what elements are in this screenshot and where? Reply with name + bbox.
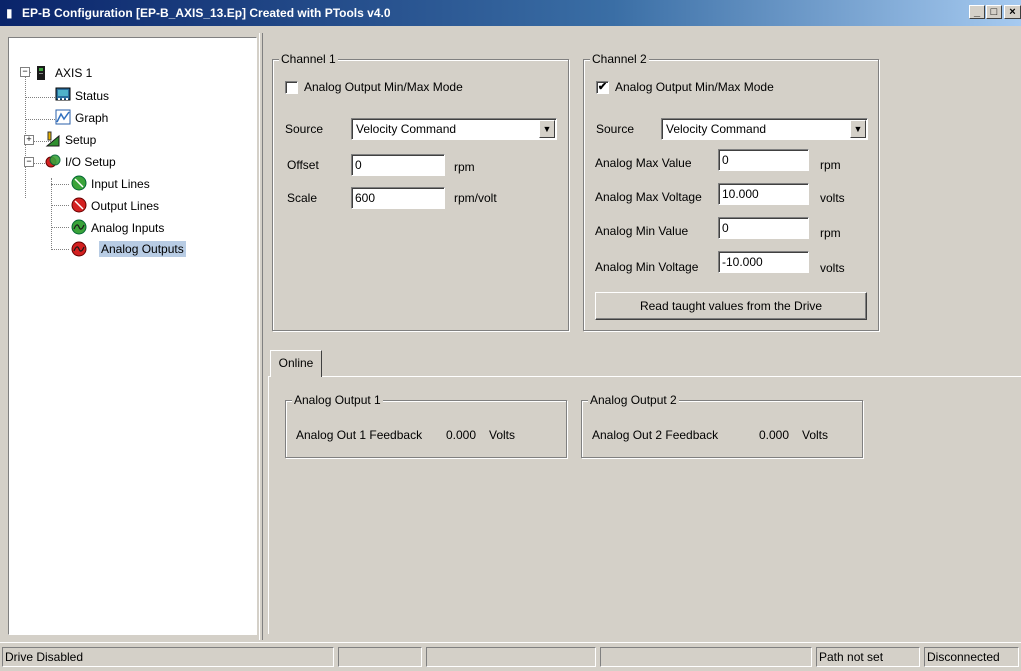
- navigation-tree[interactable]: − AXIS 1 Status Graph + Setup − I/O Setu…: [8, 37, 257, 635]
- analog-out-2-feedback-unit: Volts: [802, 428, 829, 442]
- channel-1-source-label: Source: [285, 122, 324, 136]
- channel-1-offset-label: Offset: [287, 158, 319, 172]
- tree-root-expander[interactable]: −: [20, 67, 30, 77]
- io-setup-icon: [45, 153, 61, 169]
- tree-item-io-setup[interactable]: I/O Setup: [63, 154, 118, 170]
- status-panel-empty-2: [426, 647, 596, 667]
- tree-setup-expander[interactable]: +: [24, 135, 34, 145]
- channel-2-group: Channel 2 ✔ Analog Output Min/Max Mode S…: [583, 52, 879, 331]
- channel-2-max-value-unit: rpm: [820, 158, 841, 172]
- channel-1-offset-input[interactable]: 0: [351, 154, 445, 176]
- channel-1-scale-label: Scale: [287, 191, 318, 205]
- tree-io-setup-expander[interactable]: −: [24, 157, 34, 167]
- channel-2-min-voltage-label: Analog Min Voltage: [595, 260, 699, 274]
- close-button[interactable]: ×: [1004, 5, 1021, 19]
- tree-item-graph[interactable]: Graph: [73, 110, 110, 126]
- status-connection: Disconnected: [924, 647, 1019, 667]
- analog-output-2-group: Analog Output 2 Analog Out 2 Feedback 0.…: [581, 393, 863, 458]
- tab-online[interactable]: Online: [270, 350, 322, 377]
- tree-item-analog-outputs[interactable]: Analog Outputs: [99, 241, 186, 257]
- tree-item-setup[interactable]: Setup: [63, 132, 98, 148]
- channel-1-source-select[interactable]: Velocity Command ▼: [351, 118, 557, 140]
- title-bar[interactable]: ▮ EP-B Configuration [EP-B_AXIS_13.Ep] C…: [0, 0, 1021, 26]
- analog-out-2-feedback-value: 0.000: [759, 428, 790, 442]
- analog-out-2-feedback-label: Analog Out 2 Feedback: [592, 428, 719, 442]
- analog-inputs-icon: [71, 219, 87, 235]
- channel-2-source-value: Velocity Command: [666, 122, 767, 136]
- status-bar: Drive Disabled Path not set Disconnected: [0, 642, 1021, 671]
- read-taught-values-button[interactable]: Read taught values from the Drive: [595, 292, 867, 320]
- tree-item-input-lines[interactable]: Input Lines: [89, 176, 152, 192]
- channel-2-min-voltage-input[interactable]: -10.000: [718, 251, 809, 273]
- analog-output-1-title: Analog Output 1: [292, 393, 383, 407]
- status-path: Path not set: [816, 647, 920, 667]
- analog-output-1-group: Analog Output 1 Analog Out 1 Feedback 0.…: [285, 393, 567, 458]
- channel-2-max-voltage-label: Analog Max Voltage: [595, 190, 702, 204]
- chevron-down-icon[interactable]: ▼: [539, 120, 555, 138]
- tree-item-axis-1[interactable]: AXIS 1: [53, 65, 94, 81]
- channel-2-title: Channel 2: [590, 52, 649, 66]
- splitter[interactable]: [259, 33, 263, 640]
- chevron-down-icon[interactable]: ▼: [850, 120, 866, 138]
- output-lines-icon: [71, 197, 87, 213]
- channel-1-offset-unit: rpm: [454, 160, 475, 174]
- channel-1-group: Channel 1 Analog Output Min/Max Mode Sou…: [272, 52, 569, 331]
- tree-item-analog-inputs[interactable]: Analog Inputs: [89, 220, 166, 236]
- channel-1-scale-unit: rpm/volt: [454, 191, 497, 205]
- channel-2-min-value-input[interactable]: 0: [718, 217, 809, 239]
- channel-2-min-value-unit: rpm: [820, 226, 841, 240]
- channel-1-minmax-checkbox[interactable]: [285, 81, 298, 94]
- status-panel-empty-3: [600, 647, 812, 667]
- channel-2-source-select[interactable]: Velocity Command ▼: [661, 118, 868, 140]
- analog-out-1-feedback-unit: Volts: [489, 428, 516, 442]
- channel-2-max-voltage-unit: volts: [820, 191, 845, 205]
- drive-icon: [33, 65, 49, 81]
- status-monitor-icon: [55, 87, 71, 103]
- analog-output-2-title: Analog Output 2: [588, 393, 679, 407]
- channel-2-min-voltage-unit: volts: [820, 261, 845, 275]
- channel-1-minmax-label: Analog Output Min/Max Mode: [304, 80, 463, 94]
- tree-item-status[interactable]: Status: [73, 88, 111, 104]
- maximize-button[interactable]: □: [986, 5, 1002, 19]
- analog-outputs-icon: [71, 241, 87, 257]
- minimize-button[interactable]: _: [969, 5, 985, 19]
- channel-1-source-value: Velocity Command: [356, 122, 457, 136]
- window-title: EP-B Configuration [EP-B_AXIS_13.Ep] Cre…: [22, 6, 391, 20]
- status-panel-empty-1: [338, 647, 422, 667]
- channel-2-min-value-label: Analog Min Value: [595, 224, 689, 238]
- graph-icon: [55, 109, 71, 125]
- status-drive: Drive Disabled: [2, 647, 334, 667]
- input-lines-icon: [71, 175, 87, 191]
- tree-item-output-lines[interactable]: Output Lines: [89, 198, 161, 214]
- analog-out-1-feedback-label: Analog Out 1 Feedback: [296, 428, 423, 442]
- channel-1-title: Channel 1: [279, 52, 338, 66]
- app-icon: ▮: [6, 6, 13, 20]
- channel-2-minmax-label: Analog Output Min/Max Mode: [615, 80, 774, 94]
- channel-2-max-value-input[interactable]: 0: [718, 149, 809, 171]
- channel-2-max-voltage-input[interactable]: 10.000: [718, 183, 809, 205]
- setup-icon: [45, 131, 61, 147]
- channel-1-scale-input[interactable]: 600: [351, 187, 445, 209]
- channel-2-minmax-checkbox[interactable]: ✔: [596, 81, 609, 94]
- analog-out-1-feedback-value: 0.000: [446, 428, 477, 442]
- channel-2-max-value-label: Analog Max Value: [595, 156, 692, 170]
- channel-2-source-label: Source: [596, 122, 635, 136]
